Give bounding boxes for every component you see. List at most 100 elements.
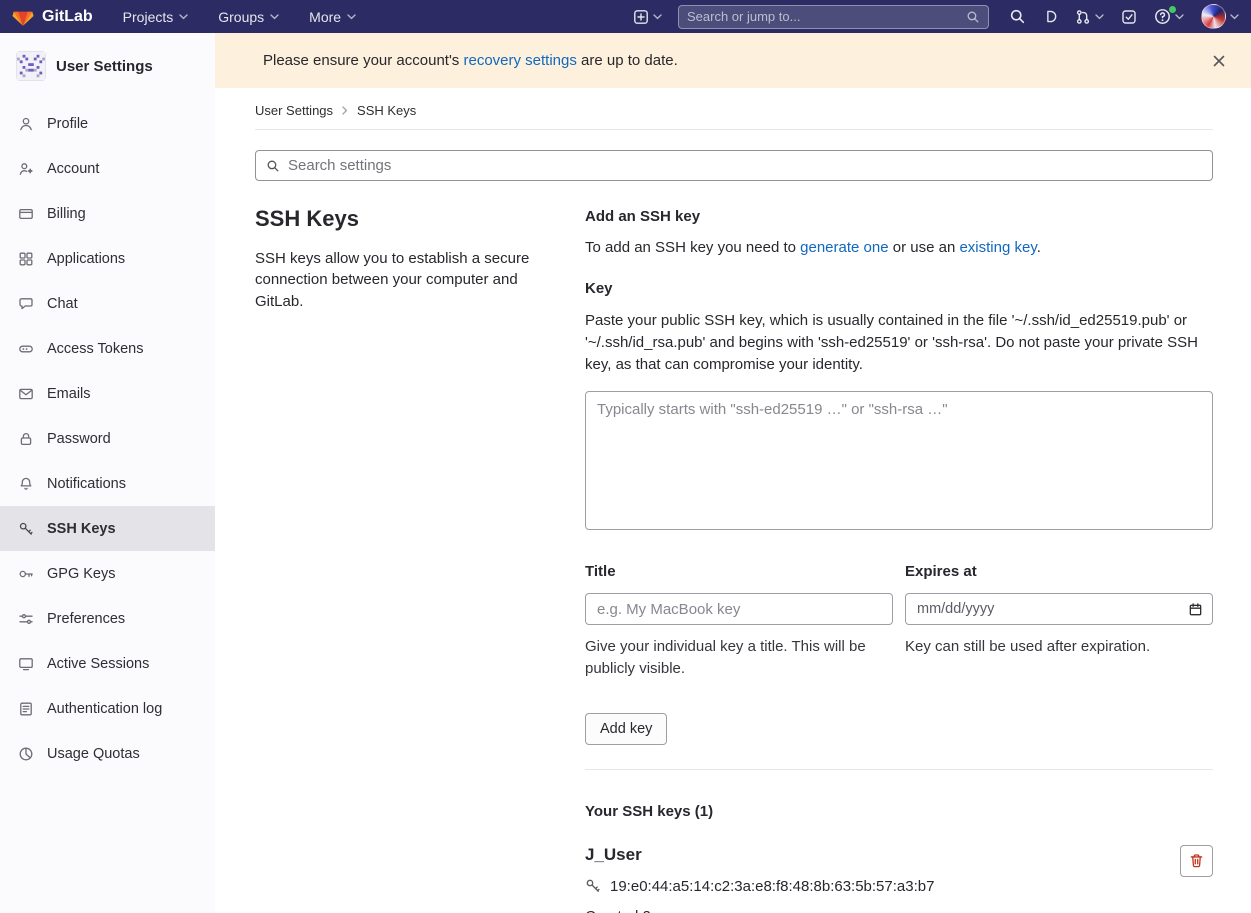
page-title: SSH Keys [255,206,555,232]
ssh-key-entry: J_User 19:e0:44:a5:14:c2:3a:e8:f8:48:8b:… [585,845,1213,913]
password-icon [18,431,34,447]
key-fingerprint: 19:e0:44:a5:14:c2:3a:e8:f8:48:8b:63:5b:5… [610,878,934,895]
sidebar-item-password[interactable]: Password [0,416,215,461]
ssh-key-form-area: Add an SSH key To add an SSH key you nee… [585,206,1213,913]
ssh-key-textarea[interactable] [585,391,1213,530]
settings-search-input[interactable] [288,157,1202,174]
chevron-down-icon [1095,14,1104,20]
sidebar-item-billing[interactable]: Billing [0,191,215,236]
nav-groups[interactable]: Groups [218,9,279,25]
preferences-icon [18,611,34,627]
merge-request-icon [1075,9,1091,25]
add-key-button[interactable]: Add key [585,713,667,745]
search-button[interactable] [1009,8,1026,25]
chevron-right-icon [342,106,348,115]
delete-key-button[interactable] [1180,845,1213,877]
trash-icon [1189,853,1204,868]
recovery-settings-link[interactable]: recovery settings [463,52,576,69]
issues-button[interactable] [1043,9,1058,24]
existing-key-link[interactable]: existing key [959,239,1036,256]
sidebar-item-gpg-keys[interactable]: GPG Keys [0,551,215,596]
top-navbar: GitLab Projects Groups More [0,0,1251,33]
expires-date-input[interactable]: mm/dd/yyyy [905,593,1213,625]
new-menu-button[interactable] [633,9,662,25]
todos-icon [1121,9,1137,25]
ssh-keys-icon [18,521,34,537]
your-ssh-keys-heading: Your SSH keys (1) [585,803,1213,820]
breadcrumb-ssh-keys: SSH Keys [357,103,416,118]
authentication-log-icon [18,701,34,717]
emails-icon [18,386,34,402]
plus-square-icon [633,9,649,25]
recovery-alert: Please ensure your account's recovery se… [215,33,1251,88]
search-icon [966,10,980,24]
add-ssh-key-intro: To add an SSH key you need to generate o… [585,239,1213,256]
sidebar-item-notifications[interactable]: Notifications [0,461,215,506]
active-sessions-icon [18,656,34,672]
navbar-actions [1009,4,1239,29]
sidebar-item-access-tokens[interactable]: Access Tokens [0,326,215,371]
help-button[interactable] [1154,8,1184,25]
page-description: SSH keys allow you to establish a secure… [255,248,555,312]
add-ssh-key-heading: Add an SSH key [585,208,1213,225]
chevron-down-icon [1175,14,1184,20]
key-icon [585,878,601,894]
sidebar-item-preferences[interactable]: Preferences [0,596,215,641]
alert-text: Please ensure your account's recovery se… [263,52,678,69]
key-created: Created 2 years ago [585,908,934,913]
brand-name: GitLab [42,8,93,26]
nav-projects[interactable]: Projects [123,9,189,25]
expires-field-help: Key can still be used after expiration. [905,636,1213,657]
gpg-keys-icon [18,566,34,582]
gitlab-home-link[interactable]: GitLab [12,6,93,27]
chevron-down-icon [179,14,188,20]
applications-icon [18,251,34,267]
section-divider [585,769,1213,770]
notification-dot [1169,6,1176,13]
merge-requests-button[interactable] [1075,9,1104,25]
user-menu-button[interactable] [1201,4,1239,29]
issues-icon [1043,9,1058,24]
gitlab-logo-icon [12,6,34,27]
generate-one-link[interactable]: generate one [800,239,888,256]
title-field-label: Title [585,563,893,580]
sidebar-item-usage-quotas[interactable]: Usage Quotas [0,731,215,776]
sidebar-item-emails[interactable]: Emails [0,371,215,416]
breadcrumb: User Settings SSH Keys [255,88,1213,130]
billing-icon [18,206,34,222]
sidebar-item-profile[interactable]: Profile [0,101,215,146]
title-input[interactable] [585,593,893,625]
date-placeholder: mm/dd/yyyy [917,601,994,617]
settings-search[interactable] [255,150,1213,181]
key-name[interactable]: J_User [585,845,934,865]
user-identicon-avatar [16,51,46,81]
sidebar-item-active-sessions[interactable]: Active Sessions [0,641,215,686]
sidebar-item-chat[interactable]: Chat [0,281,215,326]
title-field-help: Give your individual key a title. This w… [585,636,893,679]
section-intro: SSH Keys SSH keys allow you to establish… [255,206,555,913]
key-field-help: Paste your public SSH key, which is usua… [585,310,1213,375]
main-content: Please ensure your account's recovery se… [215,33,1251,913]
sidebar-item-applications[interactable]: Applications [0,236,215,281]
chevron-down-icon [653,14,662,20]
profile-icon [18,116,34,132]
sidebar-item-authentication-log[interactable]: Authentication log [0,686,215,731]
alert-close-button[interactable] [1209,51,1229,71]
account-icon [18,161,34,177]
key-field-label: Key [585,280,1213,297]
sidebar-header: User Settings [0,33,215,101]
breadcrumb-user-settings[interactable]: User Settings [255,103,333,118]
sidebar-item-ssh-keys[interactable]: SSH Keys [0,506,215,551]
notifications-icon [18,476,34,492]
global-search-input[interactable] [687,9,958,24]
todos-button[interactable] [1121,9,1137,25]
global-search[interactable] [678,5,989,29]
access-tokens-icon [18,341,34,357]
calendar-icon[interactable] [1188,602,1203,617]
chat-icon [18,296,34,312]
nav-more[interactable]: More [309,9,356,25]
expires-field-label: Expires at [905,563,1213,580]
chevron-down-icon [1230,14,1239,20]
usage-quotas-icon [18,746,34,762]
sidebar-item-account[interactable]: Account [0,146,215,191]
